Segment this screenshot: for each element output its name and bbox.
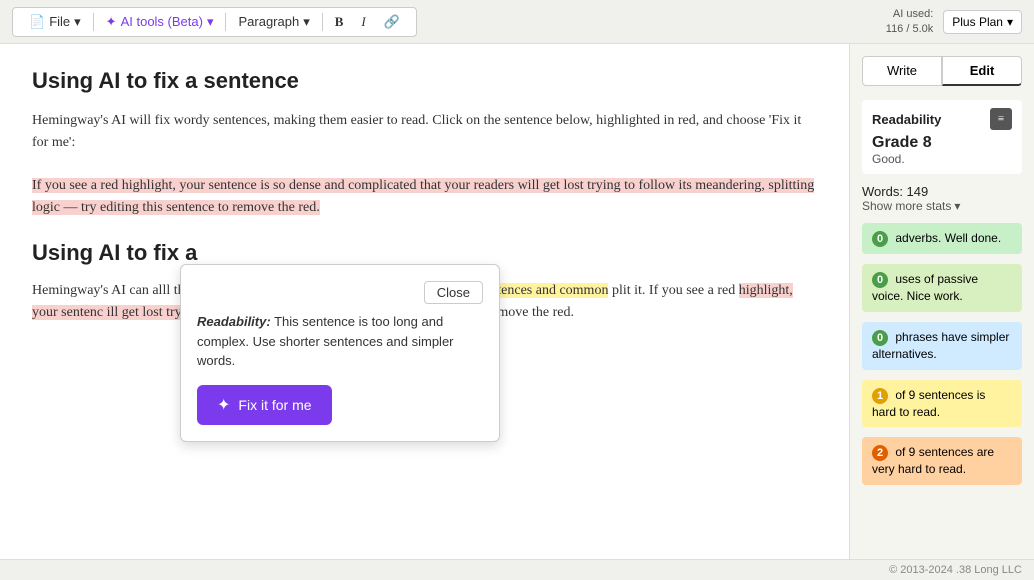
stat-card-adverbs: 0 adverbs. Well done.: [862, 223, 1022, 254]
highlighted-sentence[interactable]: If you see a red highlight, your sentenc…: [32, 178, 814, 215]
phrases-badge: 0: [872, 330, 888, 346]
section2-body-before: Hemingway's AI can al: [32, 283, 162, 298]
link-button[interactable]: 🔗: [378, 12, 406, 32]
section1-highlight: If you see a red highlight, your sentenc…: [32, 175, 817, 220]
tab-write[interactable]: Write: [862, 56, 942, 86]
write-edit-tabs: Write Edit: [862, 56, 1022, 86]
close-button[interactable]: Close: [424, 281, 483, 304]
adverbs-text: adverbs. Well done.: [895, 231, 1001, 245]
show-more-chevron: ▾: [954, 199, 960, 213]
readability-header: Readability ≡: [872, 108, 1012, 130]
show-more-stats[interactable]: Show more stats ▾: [862, 199, 1022, 213]
passive-text: uses of passive voice. Nice work.: [872, 272, 978, 303]
italic-button[interactable]: I: [355, 12, 371, 32]
hard-badge: 1: [872, 388, 888, 404]
ai-tools-menu[interactable]: ✦ AI tools (Beta) ▾: [100, 12, 220, 32]
ai-tools-chevron: ▾: [207, 14, 214, 30]
stat-card-hard: 1 of 9 sentences is hard to read.: [862, 380, 1022, 428]
editor-area[interactable]: Using AI to fix a sentence Hemingway's A…: [0, 44, 849, 559]
plan-chevron: ▾: [1007, 15, 1013, 29]
fix-it-label: Fix it for me: [238, 397, 311, 413]
section1-title: Using AI to fix a sentence: [32, 68, 817, 94]
paragraph-menu[interactable]: Paragraph ▾: [232, 12, 315, 32]
fix-it-button[interactable]: ✦ Fix it for me: [197, 385, 332, 425]
file-menu[interactable]: 📄 File ▾: [23, 12, 87, 32]
ai-tools-label: AI tools (Beta): [121, 14, 203, 29]
footer: © 2013-2024 .38 Long LLC: [0, 559, 1034, 580]
readability-title: Readability: [872, 112, 941, 127]
very-hard-text: of 9 sentences are very hard to read.: [872, 445, 994, 476]
bold-label: B: [335, 14, 344, 30]
tab-edit[interactable]: Edit: [942, 56, 1022, 86]
ai-tools-icon: ✦: [106, 14, 117, 30]
stat-card-passive: 0 uses of passive voice. Nice work.: [862, 264, 1022, 312]
ai-count: 116 / 5.0k: [886, 22, 934, 36]
sidebar: Write Edit Readability ≡ Grade 8 Good. W…: [849, 44, 1034, 559]
file-label: File: [49, 14, 70, 29]
file-chevron: ▾: [74, 14, 81, 30]
ai-usage: AI used: 116 / 5.0k: [886, 7, 934, 36]
toolbar-divider-2: [225, 13, 226, 31]
toolbar-divider-3: [322, 13, 323, 31]
words-count: Words: 149: [862, 184, 1022, 199]
passive-badge: 0: [872, 272, 888, 288]
bold-button[interactable]: B: [329, 12, 350, 32]
toolbar: 📄 File ▾ ✦ AI tools (Beta) ▾ Paragraph ▾…: [0, 0, 1034, 44]
phrases-text: phrases have simpler alternatives.: [872, 330, 1009, 361]
plan-label: Plus Plan: [952, 15, 1003, 29]
paragraph-label: Paragraph: [238, 14, 299, 29]
popup-box: Close Readability: This sentence is too …: [180, 264, 500, 442]
readability-section: Readability ≡ Grade 8 Good.: [862, 100, 1022, 174]
fix-it-icon: ✦: [217, 395, 230, 415]
toolbar-right: AI used: 116 / 5.0k Plus Plan ▾: [886, 7, 1022, 36]
popup-close-row: Close: [197, 281, 483, 304]
section2-title: Using AI to fix a: [32, 240, 817, 266]
link-icon: 🔗: [384, 14, 400, 30]
toolbar-left: 📄 File ▾ ✦ AI tools (Beta) ▾ Paragraph ▾…: [12, 7, 417, 37]
hard-text: of 9 sentences is hard to read.: [872, 388, 985, 419]
adverbs-badge: 0: [872, 231, 888, 247]
ai-used-label: AI used:: [886, 7, 934, 21]
main-layout: Using AI to fix a sentence Hemingway's A…: [0, 44, 1034, 559]
paragraph-chevron: ▾: [303, 14, 310, 30]
footer-text: © 2013-2024 .38 Long LLC: [889, 564, 1022, 576]
grade-desc: Good.: [872, 152, 1012, 166]
section2-body-mid2: plit it. If you see a red: [608, 283, 735, 298]
stat-card-very-hard: 2 of 9 sentences are very hard to read.: [862, 437, 1022, 485]
popup-bold: Readability:: [197, 314, 271, 329]
toolbar-divider-1: [93, 13, 94, 31]
popup-body: Readability: This sentence is too long a…: [197, 312, 483, 371]
grade-label: Grade 8: [872, 134, 1012, 152]
section1-body1: Hemingway's AI will fix wordy sentences,…: [32, 110, 817, 155]
stat-card-phrases: 0 phrases have simpler alternatives.: [862, 322, 1022, 370]
file-icon: 📄: [29, 14, 45, 30]
plan-selector[interactable]: Plus Plan ▾: [943, 10, 1022, 34]
very-hard-badge: 2: [872, 445, 888, 461]
italic-label: I: [361, 14, 365, 30]
popup-container: Close Readability: This sentence is too …: [180, 264, 500, 442]
words-section: Words: 149 Show more stats ▾: [862, 184, 1022, 213]
readability-icon[interactable]: ≡: [990, 108, 1012, 130]
